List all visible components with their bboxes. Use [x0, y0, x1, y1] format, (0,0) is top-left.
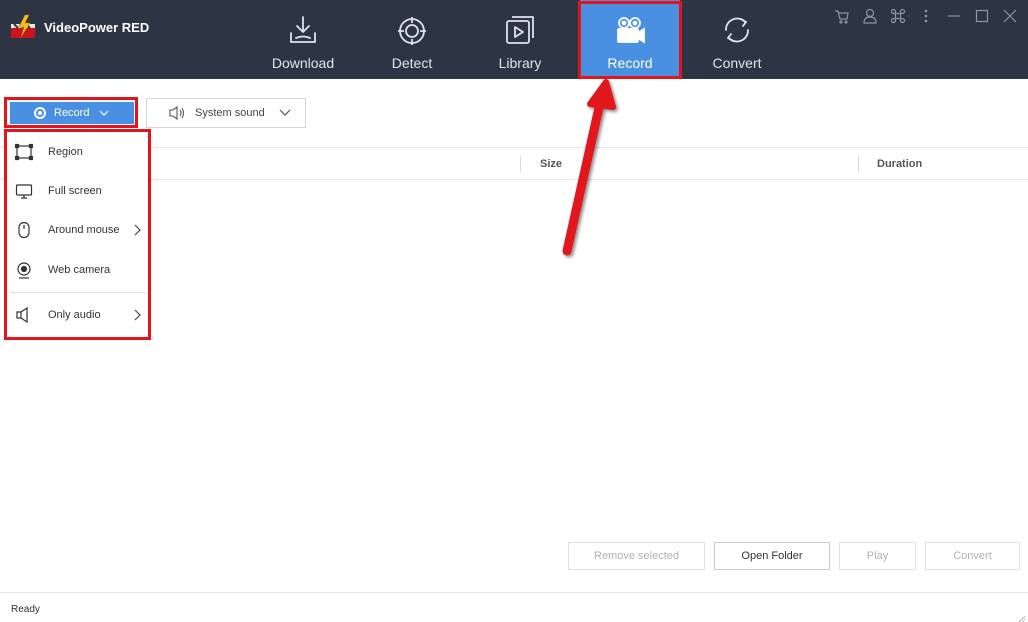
convert-button[interactable]: Convert: [925, 542, 1020, 570]
nav-record-label: Record: [607, 55, 653, 71]
download-icon: [287, 14, 319, 46]
mouse-icon: [15, 221, 33, 239]
window-controls: [834, 8, 1018, 24]
menu-label-web-camera: Web camera: [48, 264, 111, 276]
speaker-icon: [169, 105, 187, 121]
nav-download-label: Download: [271, 55, 335, 71]
chevron-right-icon: [134, 224, 142, 236]
nav-download[interactable]: Download: [253, 0, 353, 79]
nav-record[interactable]: Record: [580, 0, 680, 79]
column-separator: [858, 156, 859, 172]
system-sound-button[interactable]: System sound: [146, 98, 306, 128]
monitor-icon: [15, 182, 33, 200]
nav-library-label: Library: [498, 55, 542, 71]
play-button[interactable]: Play: [839, 542, 916, 570]
menu-label-region: Region: [48, 146, 83, 158]
region-icon: [14, 143, 34, 161]
resize-grip-icon[interactable]: [1016, 610, 1026, 622]
nav-convert-label: Convert: [712, 55, 762, 71]
menu-label-only-audio: Only audio: [48, 309, 101, 321]
menu-label-full-screen: Full screen: [48, 185, 102, 197]
file-table-header: Size Duration: [0, 147, 1028, 180]
system-sound-label: System sound: [195, 107, 265, 119]
column-duration[interactable]: Duration: [877, 158, 922, 170]
maximize-icon[interactable]: [974, 8, 990, 24]
annotation-arrow: [562, 79, 616, 256]
detect-icon: [396, 14, 428, 46]
record-dropdown-button[interactable]: Record: [10, 102, 134, 124]
record-camera-icon: [614, 14, 646, 46]
open-folder-button[interactable]: Open Folder: [714, 542, 830, 570]
remove-selected-button[interactable]: Remove selected: [568, 542, 705, 570]
chevron-right-icon: [134, 309, 142, 321]
minimize-icon[interactable]: [946, 8, 962, 24]
close-icon[interactable]: [1002, 8, 1018, 24]
menu-item-full-screen[interactable]: Full screen: [6, 173, 148, 209]
chevron-down-icon: [279, 107, 291, 119]
cart-icon[interactable]: [834, 8, 850, 24]
column-separator: [520, 156, 521, 172]
nav-library[interactable]: Library: [470, 0, 570, 79]
user-icon[interactable]: [862, 8, 878, 24]
convert-icon: [721, 14, 753, 46]
brand: VideoPower RED: [10, 14, 149, 40]
menu-label-around-mouse: Around mouse: [48, 224, 120, 236]
nav-detect-label: Detect: [391, 55, 433, 71]
menu-item-region[interactable]: Region: [6, 134, 148, 170]
status-text: Ready: [11, 604, 40, 615]
more-icon[interactable]: [918, 8, 934, 24]
app-title: VideoPower RED: [44, 19, 150, 35]
nav-convert[interactable]: Convert: [687, 0, 787, 79]
chevron-down-icon: [99, 107, 109, 119]
webcam-icon: [15, 261, 33, 279]
app-logo-icon: [10, 14, 36, 40]
record-dot-icon: [34, 107, 46, 119]
menu-divider: [10, 292, 146, 293]
nav-detect[interactable]: Detect: [362, 0, 462, 79]
library-icon: [504, 14, 536, 46]
menu-item-web-camera[interactable]: Web camera: [6, 252, 148, 288]
status-bar: Ready: [0, 592, 1028, 622]
menu-item-only-audio[interactable]: Only audio: [6, 297, 148, 333]
title-bar: VideoPower RED Download Detect Library R…: [0, 0, 1028, 79]
menu-item-around-mouse[interactable]: Around mouse: [6, 212, 148, 248]
record-mode-menu: Region Full screen Around mouse Web came…: [6, 131, 148, 338]
command-icon[interactable]: [890, 8, 906, 24]
speaker-icon: [15, 306, 33, 324]
record-button-label: Record: [54, 107, 90, 119]
column-size[interactable]: Size: [540, 158, 562, 170]
